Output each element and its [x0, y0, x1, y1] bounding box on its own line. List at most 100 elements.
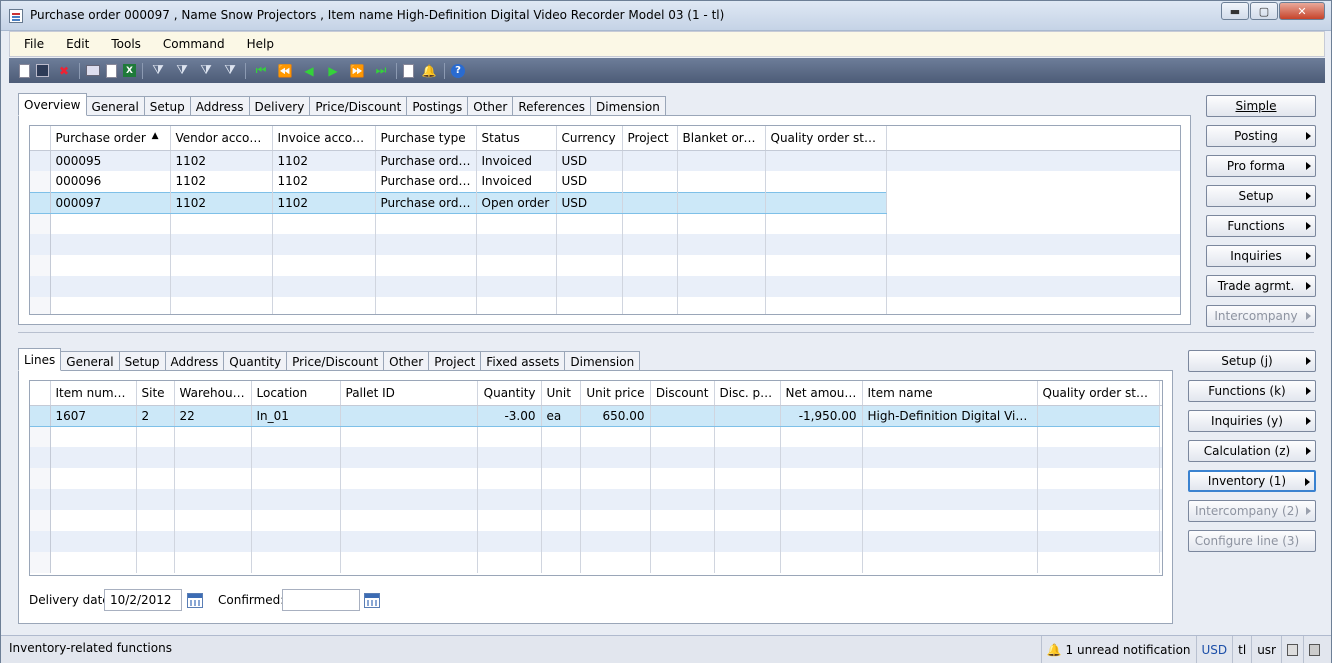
- column-item-number[interactable]: Item number: [50, 381, 137, 406]
- column-currency[interactable]: Currency: [556, 126, 623, 151]
- cell-blanket-order[interactable]: [677, 150, 766, 171]
- column-quality-order-status[interactable]: Quality order status: [1037, 381, 1160, 406]
- document-handling-icon[interactable]: [403, 63, 414, 78]
- print-preview-icon[interactable]: [106, 63, 117, 78]
- cell-quantity[interactable]: -3.00: [477, 404, 542, 427]
- column-location[interactable]: Location: [251, 381, 341, 406]
- previous-record-icon[interactable]: ◀: [300, 62, 318, 80]
- column-purchase-order[interactable]: Purchase order ▲: [50, 126, 171, 151]
- posting-button[interactable]: Posting: [1206, 125, 1316, 147]
- print-icon[interactable]: [86, 65, 100, 76]
- cell-currency[interactable]: USD: [556, 191, 623, 214]
- session-icon[interactable]: [1303, 636, 1325, 663]
- line-setup-button[interactable]: Setup (j): [1188, 350, 1316, 372]
- cell-vendor-account[interactable]: 1102: [170, 150, 273, 171]
- advanced-filter-icon[interactable]: ⧩: [197, 62, 215, 80]
- cell-purchase-order[interactable]: 000095: [50, 150, 171, 171]
- next-record-icon[interactable]: ▶: [324, 62, 342, 80]
- delivery-date-field[interactable]: 10/2/2012: [104, 589, 182, 611]
- table-row-selected[interactable]: 000097 1102 1102 Purchase order Open ord…: [30, 191, 1180, 214]
- table-row[interactable]: 000096 1102 1102 Purchase order Invoiced…: [30, 171, 1180, 192]
- setup-button[interactable]: Setup: [1206, 185, 1316, 207]
- cell-currency[interactable]: USD: [556, 150, 623, 171]
- cell-item-number[interactable]: 1607: [50, 404, 137, 427]
- excel-icon[interactable]: X: [123, 64, 136, 77]
- row-selector[interactable]: [30, 150, 51, 171]
- cell-vendor-account[interactable]: 1102: [170, 191, 273, 214]
- tab-general[interactable]: General: [85, 96, 145, 116]
- menu-tools[interactable]: Tools: [97, 37, 149, 51]
- menu-help[interactable]: Help: [233, 37, 282, 51]
- cell-unit-price[interactable]: 650.00: [580, 404, 651, 427]
- menu-command[interactable]: Command: [149, 37, 233, 51]
- column-quantity[interactable]: Quantity: [477, 381, 542, 406]
- cell-disc-pct[interactable]: [714, 404, 781, 427]
- functions-button[interactable]: Functions: [1206, 215, 1316, 237]
- tab-line-project[interactable]: Project: [428, 351, 482, 371]
- cell-invoice-account[interactable]: 1102: [272, 150, 376, 171]
- tab-line-quantity[interactable]: Quantity: [223, 351, 288, 371]
- database-icon[interactable]: [1281, 636, 1303, 663]
- row-selector-header[interactable]: [30, 381, 51, 406]
- splitter[interactable]: [18, 332, 1314, 333]
- column-quality-order-status[interactable]: Quality order status: [765, 126, 887, 151]
- cell-project[interactable]: [622, 150, 678, 171]
- tab-line-fixed-assets[interactable]: Fixed assets: [480, 351, 566, 371]
- table-row[interactable]: 000095 1102 1102 Purchase order Invoiced…: [30, 150, 1180, 171]
- column-warehouse[interactable]: Warehouse: [174, 381, 252, 406]
- column-site[interactable]: Site: [136, 381, 175, 406]
- column-status[interactable]: Status: [476, 126, 557, 151]
- cell-status[interactable]: Invoiced: [476, 171, 557, 192]
- cell-status[interactable]: Open order: [476, 191, 557, 214]
- cell-purchase-type[interactable]: Purchase order: [375, 171, 477, 192]
- cell-warehouse[interactable]: 22: [174, 404, 252, 427]
- remove-filter-icon[interactable]: ⧩: [221, 62, 239, 80]
- row-selector[interactable]: [30, 171, 51, 192]
- cell-invoice-account[interactable]: 1102: [272, 171, 376, 192]
- cell-location[interactable]: In_01: [251, 404, 341, 427]
- column-unit[interactable]: Unit: [541, 381, 581, 406]
- trade-agreement-button[interactable]: Trade agrmt.: [1206, 275, 1316, 297]
- maximize-button[interactable]: ▢: [1250, 2, 1278, 20]
- cell-invoice-account[interactable]: 1102: [272, 191, 376, 214]
- tab-line-dimension[interactable]: Dimension: [564, 351, 641, 371]
- column-unit-price[interactable]: Unit price: [580, 381, 651, 406]
- tab-price-discount[interactable]: Price/Discount: [309, 96, 408, 116]
- column-vendor-account[interactable]: Vendor account: [170, 126, 273, 151]
- menu-file[interactable]: File: [10, 37, 52, 51]
- alert-icon[interactable]: 🔔: [420, 62, 438, 80]
- help-icon[interactable]: ?: [451, 63, 465, 78]
- cell-purchase-type[interactable]: Purchase order: [375, 191, 477, 214]
- cell-purchase-type[interactable]: Purchase order: [375, 150, 477, 171]
- row-selector[interactable]: [30, 191, 51, 214]
- column-net-amount[interactable]: Net amount: [780, 381, 863, 406]
- calendar-icon[interactable]: [364, 593, 380, 608]
- menu-edit[interactable]: Edit: [52, 37, 97, 51]
- company-indicator[interactable]: tl: [1232, 636, 1251, 663]
- cell-pallet-id[interactable]: [340, 404, 478, 427]
- cell-status[interactable]: Invoiced: [476, 150, 557, 171]
- next-page-icon[interactable]: ⏩: [348, 62, 366, 80]
- tab-line-price-discount[interactable]: Price/Discount: [286, 351, 385, 371]
- row-selector[interactable]: [30, 404, 51, 427]
- line-functions-button[interactable]: Functions (k): [1188, 380, 1316, 402]
- column-pallet-id[interactable]: Pallet ID: [340, 381, 478, 406]
- tab-line-setup[interactable]: Setup: [118, 351, 166, 371]
- cell-vendor-account[interactable]: 1102: [170, 171, 273, 192]
- cell-blanket-order[interactable]: [677, 191, 766, 214]
- tab-postings[interactable]: Postings: [406, 96, 469, 116]
- line-inquiries-button[interactable]: Inquiries (y): [1188, 410, 1316, 432]
- tab-overview[interactable]: Overview: [18, 93, 87, 116]
- simple-button[interactable]: Simple: [1206, 95, 1316, 117]
- cell-currency[interactable]: USD: [556, 171, 623, 192]
- tab-lines[interactable]: Lines: [18, 348, 62, 371]
- line-calculation-button[interactable]: Calculation (z): [1188, 440, 1316, 462]
- table-row-selected[interactable]: 1607 2 22 In_01 -3.00 ea 650.00 -1,950.0…: [30, 404, 1162, 427]
- cell-quality-order-status[interactable]: [1037, 404, 1160, 427]
- notification-area[interactable]: 🔔 1 unread notification: [1040, 636, 1196, 663]
- cell-purchase-order[interactable]: 000096: [50, 171, 171, 192]
- cell-quality-order-status[interactable]: [765, 150, 887, 171]
- line-intercompany-button[interactable]: Intercompany (2): [1188, 500, 1316, 522]
- tab-references[interactable]: References: [512, 96, 592, 116]
- tab-line-general[interactable]: General: [60, 351, 120, 371]
